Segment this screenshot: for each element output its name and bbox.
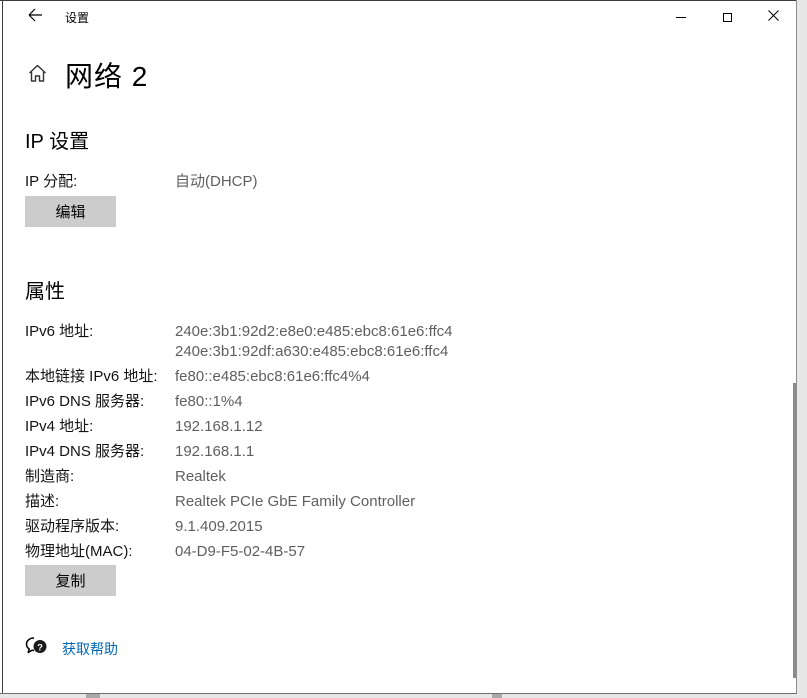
get-help-link[interactable]: ? 获取帮助 (25, 638, 118, 660)
help-chat-icon: ? (25, 636, 48, 662)
property-value: 04-D9-F5-02-4B-57 (175, 542, 305, 562)
property-label: IPv6 DNS 服务器: (25, 392, 175, 412)
svg-text:?: ? (37, 643, 43, 654)
window-controls (658, 1, 796, 33)
scrollbar-thumb[interactable] (793, 383, 796, 678)
page-header: 网络 2 (3, 55, 763, 95)
home-icon (28, 64, 47, 88)
minimize-button[interactable] (658, 1, 704, 33)
property-label: 驱动程序版本: (25, 517, 175, 537)
property-values: 192.168.1.1 (175, 442, 254, 462)
property-label: 本地链接 IPv6 地址: (25, 367, 175, 387)
property-row: 描述:Realtek PCIe GbE Family Controller (25, 492, 745, 512)
properties-rows: IPv6 地址:240e:3b1:92d2:e8e0:e485:ebc8:61e… (25, 322, 745, 567)
property-value: 自动(DHCP) (175, 172, 258, 192)
property-label: IP 分配: (25, 172, 175, 192)
scrollbar[interactable] (786, 33, 796, 688)
edit-button[interactable]: 编辑 (25, 196, 116, 227)
property-row: 驱动程序版本:9.1.409.2015 (25, 517, 745, 537)
property-label: IPv4 地址: (25, 417, 175, 437)
property-value: 9.1.409.2015 (175, 517, 263, 537)
minimize-icon (676, 17, 686, 18)
property-values: 04-D9-F5-02-4B-57 (175, 542, 305, 562)
property-row: 制造商:Realtek (25, 467, 745, 487)
window-left-border (2, 0, 3, 693)
background-window-edge (86, 694, 100, 698)
property-row: IPv6 DNS 服务器:fe80::1%4 (25, 392, 745, 412)
background-window-edge (492, 694, 502, 698)
titlebar: 设置 (3, 1, 796, 33)
property-value: 192.168.1.1 (175, 442, 254, 462)
property-row: IPv4 DNS 服务器:192.168.1.1 (25, 442, 745, 462)
property-value: 192.168.1.12 (175, 417, 263, 437)
property-value: fe80::e485:ebc8:61e6:ffc4%4 (175, 367, 370, 387)
back-arrow-icon (27, 8, 43, 27)
property-row: 物理地址(MAC):04-D9-F5-02-4B-57 (25, 542, 745, 562)
property-value: Realtek PCIe GbE Family Controller (175, 492, 415, 512)
close-icon (768, 8, 779, 26)
properties-heading: 属性 (25, 275, 65, 304)
ip-settings-heading: IP 设置 (25, 125, 89, 154)
property-value: fe80::1%4 (175, 392, 243, 412)
property-label: 物理地址(MAC): (25, 542, 175, 562)
property-values: Realtek PCIe GbE Family Controller (175, 492, 415, 512)
property-values: 192.168.1.12 (175, 417, 263, 437)
property-values: 自动(DHCP) (175, 172, 258, 192)
property-value: Realtek (175, 467, 226, 487)
property-row: IPv6 地址:240e:3b1:92d2:e8e0:e485:ebc8:61e… (25, 322, 745, 362)
copy-button[interactable]: 复制 (25, 565, 116, 596)
app-title: 设置 (65, 1, 89, 33)
property-label: IPv4 DNS 服务器: (25, 442, 175, 462)
property-values: fe80::1%4 (175, 392, 243, 412)
maximize-icon (723, 13, 732, 22)
property-label: IPv6 地址: (25, 322, 175, 362)
property-row: IPv4 地址:192.168.1.12 (25, 417, 745, 437)
desktop-background-bottom (0, 694, 797, 698)
property-row: IP 分配:自动(DHCP) (25, 172, 745, 192)
page-title: 网络 2 (65, 55, 148, 95)
property-value: 240e:3b1:92d2:e8e0:e485:ebc8:61e6:ffc4 (175, 322, 452, 342)
back-button[interactable] (13, 1, 57, 33)
close-button[interactable] (750, 1, 796, 33)
maximize-button[interactable] (704, 1, 750, 33)
property-values: 9.1.409.2015 (175, 517, 263, 537)
ip-settings-rows: IP 分配:自动(DHCP) (25, 172, 745, 197)
property-values: Realtek (175, 467, 226, 487)
property-values: 240e:3b1:92d2:e8e0:e485:ebc8:61e6:ffc424… (175, 322, 452, 362)
property-value: 240e:3b1:92df:a630:e485:ebc8:61e6:ffc4 (175, 342, 452, 362)
property-label: 描述: (25, 492, 175, 512)
desktop-background-right (797, 0, 807, 698)
get-help-label: 获取帮助 (62, 639, 118, 659)
property-values: fe80::e485:ebc8:61e6:ffc4%4 (175, 367, 370, 387)
property-row: 本地链接 IPv6 地址:fe80::e485:ebc8:61e6:ffc4%4 (25, 367, 745, 387)
property-label: 制造商: (25, 467, 175, 487)
